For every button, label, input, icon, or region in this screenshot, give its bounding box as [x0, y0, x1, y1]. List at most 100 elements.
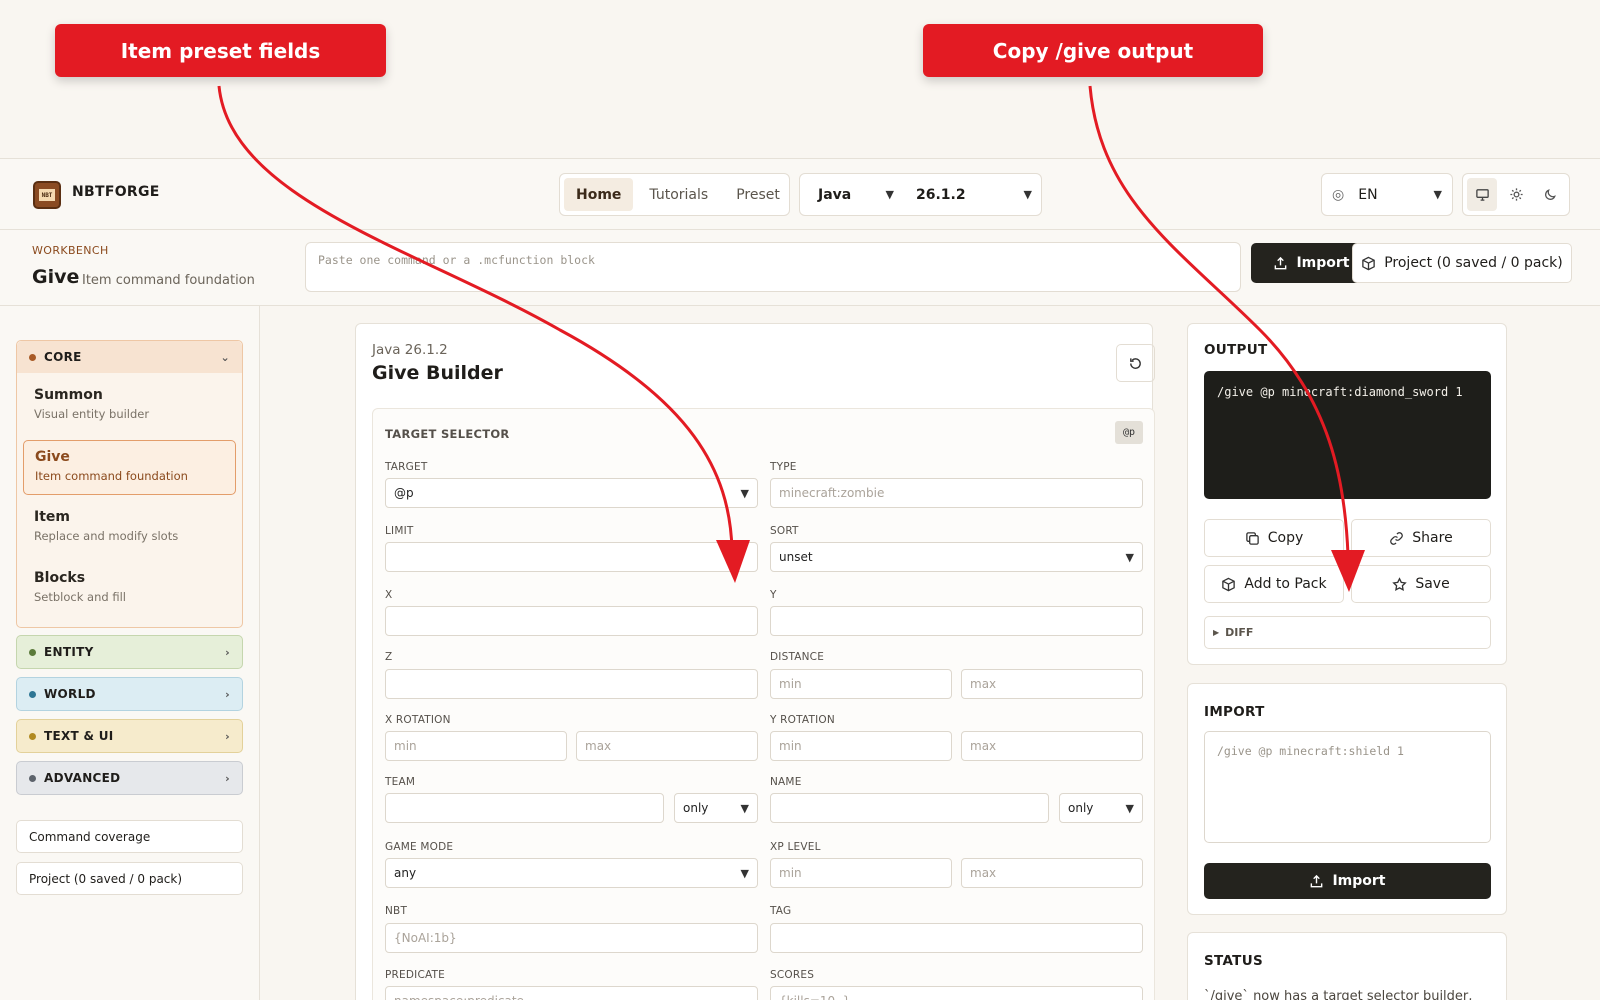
nav-tutorials[interactable]: Tutorials [637, 178, 720, 211]
sidebar-item-item[interactable]: Item Replace and modify slots [23, 501, 236, 556]
y-rotation-min-input[interactable]: min [770, 731, 952, 761]
project-link[interactable]: Project (0 saved / 0 pack) [16, 862, 243, 895]
output-command[interactable]: /give @p minecraft:diamond_sword 1 [1204, 371, 1491, 499]
name-input[interactable] [770, 793, 1049, 823]
logo-icon: NBT [33, 181, 61, 209]
game-mode-value: any [394, 866, 417, 880]
target-select[interactable]: @p ▼ [385, 478, 758, 508]
xp-min-input[interactable]: min [770, 858, 952, 888]
give-builder-panel: Java 26.1.2 Give Builder TARGET SELECTOR… [355, 323, 1155, 1000]
import-panel: IMPORT /give @p minecraft:shield 1 Impor… [1187, 683, 1507, 915]
target-value: @p [394, 486, 414, 500]
game-mode-select[interactable]: any ▼ [385, 858, 758, 888]
builder-version: Java 26.1.2 [372, 342, 448, 358]
target-selector-section: TARGET SELECTOR @p TARGET @p ▼ TYPE minec… [372, 408, 1155, 1000]
dot-icon [29, 353, 36, 361]
sidebar: CORE ⌄ Summon Visual entity builder Give… [0, 306, 260, 1000]
label-xp-level: XP LEVEL [770, 841, 821, 853]
chevron-down-icon: ▼ [885, 188, 894, 201]
sidebar-category-entity[interactable]: ENTITY › [16, 635, 243, 669]
team-mode-select[interactable]: only ▼ [674, 793, 758, 823]
copy-button[interactable]: Copy [1204, 519, 1344, 557]
xp-max-input[interactable]: max [961, 858, 1143, 888]
dot-icon [29, 648, 36, 656]
project-button-label: Project (0 saved / 0 pack) [1384, 255, 1563, 271]
nav-home[interactable]: Home [564, 178, 634, 211]
sort-value: unset [779, 550, 813, 564]
sidebar-category-text-ui[interactable]: TEXT & UI › [16, 719, 243, 753]
builder-title: Give Builder [372, 362, 503, 384]
import-panel-button[interactable]: Import [1204, 863, 1491, 899]
share-button[interactable]: Share [1351, 519, 1491, 557]
y-rotation-max-input[interactable]: max [961, 731, 1143, 761]
label-z: Z [385, 651, 393, 663]
category-core-header[interactable]: CORE ⌄ [17, 341, 242, 373]
chevron-down-icon: ▼ [740, 486, 749, 500]
sidebar-category-advanced[interactable]: ADVANCED › [16, 761, 243, 795]
link-icon [1390, 531, 1404, 545]
x-rotation-max-input[interactable]: max [576, 731, 758, 761]
package-icon [1222, 577, 1236, 591]
project-button[interactable]: Project (0 saved / 0 pack) [1352, 243, 1572, 283]
sidebar-item-title: Item [34, 509, 70, 525]
sidebar-category-world[interactable]: WORLD › [16, 677, 243, 711]
nav-preset[interactable]: Preset [724, 178, 792, 211]
distance-max-input[interactable]: max [961, 669, 1143, 699]
import-textarea[interactable]: /give @p minecraft:shield 1 [1204, 731, 1491, 843]
limit-input[interactable] [385, 542, 758, 572]
moon-icon[interactable] [1535, 178, 1565, 211]
language-select[interactable]: ◎ EN ▼ [1321, 173, 1453, 216]
selector-badge: @p [1115, 421, 1143, 444]
sidebar-item-blocks[interactable]: Blocks Setblock and fill [23, 562, 236, 617]
sun-icon[interactable] [1501, 178, 1531, 211]
output-panel: OUTPUT /give @p minecraft:diamond_sword … [1187, 323, 1507, 665]
z-input[interactable] [385, 669, 758, 699]
chevron-down-icon: ▼ [1023, 188, 1032, 201]
import-button-label: Import [1296, 255, 1350, 271]
diff-toggle[interactable]: ▶ DIFF [1204, 616, 1491, 649]
label-type: TYPE [770, 461, 797, 473]
dot-icon [29, 774, 36, 782]
command-paste-input[interactable]: Paste one command or a .mcfunction block [305, 242, 1241, 292]
main-nav: Home Tutorials Preset [559, 173, 790, 216]
label-x-rotation: X ROTATION [385, 714, 451, 726]
team-input[interactable] [385, 793, 664, 823]
x-rotation-min-input[interactable]: min [385, 731, 567, 761]
tag-input[interactable] [770, 923, 1143, 953]
label-sort: SORT [770, 525, 799, 537]
brand-name: NBTFORGE [72, 184, 160, 200]
package-icon [1362, 256, 1375, 270]
page-subtitle: Item command foundation [82, 273, 255, 288]
nbt-input[interactable]: {NoAI:1b} [385, 923, 758, 953]
y-input[interactable] [770, 606, 1143, 636]
copy-button-label: Copy [1267, 530, 1304, 546]
add-to-pack-button[interactable]: Add to Pack [1204, 565, 1344, 603]
sidebar-item-summon[interactable]: Summon Visual entity builder [23, 379, 236, 434]
scores-input[interactable]: {kills=10..} [770, 986, 1143, 1000]
sidebar-item-title: Give [35, 449, 70, 465]
save-button-label: Save [1415, 576, 1450, 592]
reset-button[interactable] [1116, 344, 1155, 382]
monitor-icon[interactable] [1467, 178, 1497, 211]
sidebar-item-give[interactable]: Give Item command foundation [23, 440, 236, 495]
theme-switcher [1462, 173, 1570, 216]
predicate-input[interactable]: namespace:predicate [385, 986, 758, 1000]
name-mode-select[interactable]: only ▼ [1059, 793, 1143, 823]
chevron-down-icon: ▼ [740, 866, 749, 880]
x-input[interactable] [385, 606, 758, 636]
label-scores: SCORES [770, 969, 815, 981]
callout-item-preset-fields: Item preset fields [55, 24, 386, 77]
sidebar-item-desc: Visual entity builder [34, 407, 150, 421]
label-y: Y [770, 589, 777, 601]
sort-select[interactable]: unset ▼ [770, 542, 1143, 572]
command-coverage-link[interactable]: Command coverage [16, 820, 243, 853]
copy-icon [1245, 531, 1259, 545]
sidebar-item-desc: Setblock and fill [34, 590, 126, 604]
type-input[interactable]: minecraft:zombie [770, 478, 1143, 508]
import-panel-button-label: Import [1332, 873, 1386, 889]
save-button[interactable]: Save [1351, 565, 1491, 603]
edition-select[interactable]: Java ▼ [800, 187, 902, 203]
distance-min-input[interactable]: min [770, 669, 952, 699]
version-select[interactable]: 26.1.2 ▼ [902, 187, 1040, 203]
workbench-label: WORKBENCH [32, 244, 109, 257]
